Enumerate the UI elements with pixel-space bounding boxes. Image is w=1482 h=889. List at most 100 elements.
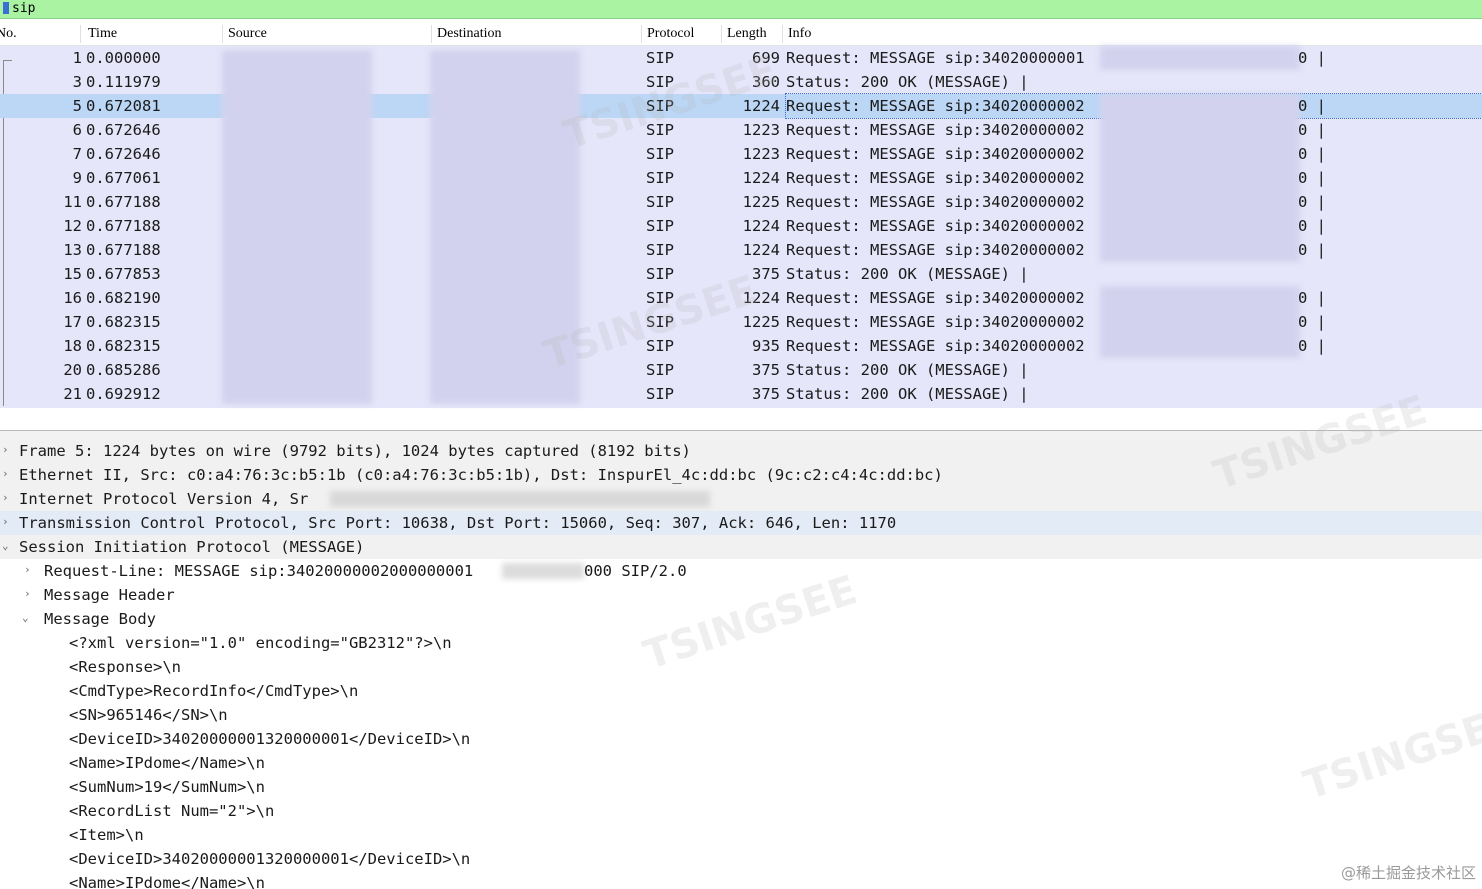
packet-protocol: SIP (646, 265, 674, 283)
tree-item-xml-line[interactable]: <SumNum>19</SumNum>\n (0, 775, 1482, 799)
packet-info: Status: 200 OK (MESSAGE) | (786, 73, 1029, 91)
packet-length: 1224 (742, 97, 780, 115)
packet-length: 935 (752, 337, 780, 355)
chevron-right-icon[interactable]: › (2, 492, 12, 503)
tree-item-label: Message Header (44, 586, 175, 604)
column-header-no[interactable]: No. (0, 26, 17, 44)
tree-item-label: Frame 5: 1224 bytes on wire (9792 bits),… (19, 442, 691, 460)
packet-time: 0.677188 (86, 193, 161, 211)
tree-item-frame[interactable]: › Frame 5: 1224 bytes on wire (9792 bits… (0, 439, 1482, 463)
chevron-right-icon[interactable]: › (24, 564, 34, 575)
column-header-length[interactable]: Length (727, 26, 767, 44)
column-header-source[interactable]: Source (228, 26, 267, 44)
filter-bookmark-icon[interactable] (3, 2, 9, 14)
packet-no: 17 (63, 313, 82, 331)
tree-item-xml-line[interactable]: <DeviceID>34020000001320000001</DeviceID… (0, 727, 1482, 751)
chevron-right-icon[interactable]: › (2, 516, 12, 527)
packet-protocol: SIP (646, 121, 674, 139)
tree-item-label: <Item>\n (69, 826, 144, 844)
chevron-right-icon[interactable]: › (2, 468, 12, 479)
packet-protocol: SIP (646, 193, 674, 211)
tree-item-xml-line[interactable]: <DeviceID>34020000001320000001</DeviceID… (0, 847, 1482, 871)
packet-protocol: SIP (646, 241, 674, 259)
packet-info-tail: 0 | (1298, 49, 1326, 67)
packet-no: 12 (63, 217, 82, 235)
packet-no: 18 (63, 337, 82, 355)
tree-item-xml-line[interactable]: <?xml version="1.0" encoding="GB2312"?>\… (0, 631, 1482, 655)
tree-item-label: <?xml version="1.0" encoding="GB2312"?>\… (69, 634, 452, 652)
tree-item-xml-line[interactable]: <RecordList Num="2">\n (0, 799, 1482, 823)
redacted-destination-column (430, 50, 580, 404)
tree-item-xml-line[interactable]: <CmdType>RecordInfo</CmdType>\n (0, 679, 1482, 703)
packet-protocol: SIP (646, 169, 674, 187)
packet-no: 9 (72, 169, 82, 187)
chevron-down-icon[interactable]: ⌄ (22, 612, 32, 623)
packet-time: 0.677061 (86, 169, 161, 187)
packet-time: 0.685286 (86, 361, 161, 379)
display-filter-input[interactable] (12, 0, 1412, 17)
tree-item-ethernet[interactable]: › Ethernet II, Src: c0:a4:76:3c:b5:1b (c… (0, 463, 1482, 487)
column-header-time[interactable]: Time (88, 26, 117, 44)
chevron-right-icon[interactable]: › (2, 444, 12, 455)
packet-time: 0.677188 (86, 217, 161, 235)
tree-item-ipv4[interactable]: › Internet Protocol Version 4, Sr (0, 487, 1482, 511)
packet-time: 0.677853 (86, 265, 161, 283)
packet-no: 7 (72, 145, 82, 163)
packet-length: 1224 (742, 241, 780, 259)
packet-length: 1224 (742, 289, 780, 307)
chevron-right-icon[interactable]: › (24, 588, 34, 599)
tree-item-label: Ethernet II, Src: c0:a4:76:3c:b5:1b (c0:… (19, 466, 943, 484)
packet-info-tail: 0 | (1298, 217, 1326, 235)
column-separator[interactable] (80, 25, 81, 43)
packet-no: 15 (63, 265, 82, 283)
packet-protocol: SIP (646, 385, 674, 403)
tree-item-xml-line[interactable]: <Item>\n (0, 823, 1482, 847)
tree-item-message-header[interactable]: › Message Header (0, 583, 1482, 607)
tree-item-label: Transmission Control Protocol, Src Port:… (19, 514, 897, 532)
packet-protocol: SIP (646, 217, 674, 235)
packet-length: 1224 (742, 169, 780, 187)
packet-length: 1224 (742, 217, 780, 235)
packet-time: 0.672081 (86, 97, 161, 115)
column-separator[interactable] (721, 25, 722, 43)
chevron-down-icon[interactable]: ⌄ (2, 540, 12, 551)
column-separator[interactable] (641, 25, 642, 43)
tree-item-label: <RecordList Num="2">\n (69, 802, 275, 820)
tree-item-xml-line[interactable]: <Response>\n (0, 655, 1482, 679)
packet-time: 0.682315 (86, 337, 161, 355)
column-separator[interactable] (222, 25, 223, 43)
tree-item-label: <SN>965146</SN>\n (69, 706, 228, 724)
packet-length: 699 (752, 49, 780, 67)
packet-info-tail: 0 | (1298, 169, 1326, 187)
packet-info-tail: 0 | (1298, 121, 1326, 139)
tree-item-xml-line[interactable]: <Name>IPdome</Name>\n (0, 871, 1482, 889)
packet-no: 20 (63, 361, 82, 379)
tree-item-label: <Name>IPdome</Name>\n (69, 754, 265, 772)
packet-info: Status: 200 OK (MESSAGE) | (786, 361, 1029, 379)
tree-item-sip[interactable]: ⌄ Session Initiation Protocol (MESSAGE) (0, 535, 1482, 559)
tree-item-label: Internet Protocol Version 4, Sr (19, 490, 309, 508)
tree-item-message-body[interactable]: ⌄ Message Body (0, 607, 1482, 631)
packet-protocol: SIP (646, 49, 674, 67)
column-separator[interactable] (431, 25, 432, 43)
tree-item-xml-line[interactable]: <Name>IPdome</Name>\n (0, 751, 1482, 775)
tree-item-tcp[interactable]: › Transmission Control Protocol, Src Por… (0, 511, 1482, 535)
tree-item-xml-line[interactable]: <SN>965146</SN>\n (0, 703, 1482, 727)
packet-no: 11 (63, 193, 82, 211)
packet-time: 0.000000 (86, 49, 161, 67)
packet-no: 13 (63, 241, 82, 259)
packet-time: 0.682315 (86, 313, 161, 331)
column-header-info[interactable]: Info (788, 26, 811, 44)
packet-details-tree[interactable]: › Frame 5: 1224 bytes on wire (9792 bits… (0, 439, 1482, 889)
tree-item-label: <CmdType>RecordInfo</CmdType>\n (69, 682, 359, 700)
packet-list[interactable]: 1 0.000000 SIP 699 Request: MESSAGE sip:… (0, 46, 1482, 408)
column-header-protocol[interactable]: Protocol (647, 26, 694, 44)
packet-length: 360 (752, 73, 780, 91)
column-header-destination[interactable]: Destination (437, 26, 502, 44)
packet-protocol: SIP (646, 73, 674, 91)
packet-length: 375 (752, 385, 780, 403)
column-separator[interactable] (782, 25, 783, 43)
packet-info-tail: 0 | (1298, 97, 1326, 115)
tree-item-request-line[interactable]: › Request-Line: MESSAGE sip:340200000020… (0, 559, 1482, 583)
packet-time: 0.692912 (86, 385, 161, 403)
